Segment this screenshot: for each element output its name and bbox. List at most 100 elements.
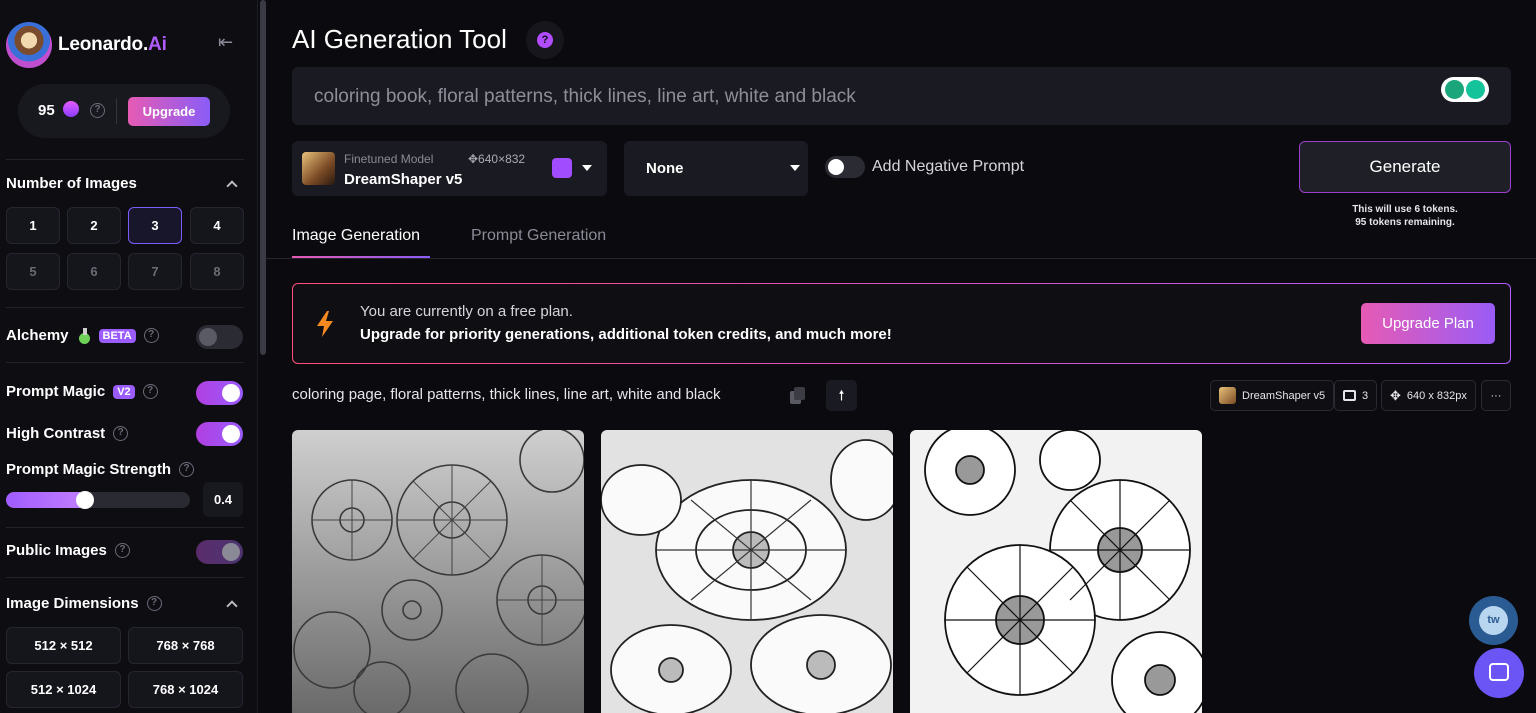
help-icon[interactable]: ?: [142, 384, 158, 399]
prompt-text: coloring book, floral patterns, thick li…: [314, 86, 856, 107]
token-usage-line: This will use 6 tokens.: [1352, 204, 1458, 215]
help-icon[interactable]: ?: [113, 426, 129, 441]
copy-icon[interactable]: [790, 387, 806, 405]
help-icon[interactable]: ?: [143, 328, 159, 343]
divider: [116, 98, 117, 124]
prompt-magic-strength-label: Prompt Magic Strength: [6, 461, 172, 478]
dimension-option[interactable]: 768 × 768: [128, 627, 243, 664]
token-count: 95: [38, 102, 55, 119]
free-plan-banner: You are currently on a free plan. Upgrad…: [292, 283, 1511, 364]
prompt-magic-row: Prompt Magic V2 ?: [6, 383, 158, 400]
collapse-sidebar-icon[interactable]: ⇤: [218, 32, 233, 53]
generate-button[interactable]: Generate: [1299, 141, 1511, 193]
model-chip[interactable]: DreamShaper v5: [1210, 380, 1335, 411]
question-icon: ?: [537, 32, 553, 48]
style-select[interactable]: None: [624, 141, 808, 196]
public-images-row: Public Images ?: [6, 542, 130, 559]
toggle-knob: [199, 328, 217, 346]
toggle-knob: [222, 425, 240, 443]
model-select[interactable]: Finetuned Model ✥640×832 DreamShaper v5: [292, 141, 607, 196]
banner-line-2: Upgrade for priority generations, additi…: [360, 326, 892, 343]
size-chip[interactable]: ✥ 640 x 832px: [1381, 380, 1476, 411]
reuse-prompt-button[interactable]: 🠕: [826, 380, 857, 411]
num-images-option-2[interactable]: 2: [67, 207, 121, 244]
high-contrast-row: High Contrast ?: [6, 425, 129, 442]
help-button[interactable]: ?: [526, 21, 564, 59]
model-caption: Finetuned Model: [344, 152, 434, 166]
move-icon: ✥: [1390, 387, 1401, 403]
prompt-magic-strength-row: Prompt Magic Strength ?: [6, 461, 195, 478]
alchemy-toggle[interactable]: [196, 325, 243, 349]
prompt-magic-strength-value[interactable]: 0.4: [203, 482, 243, 517]
dimension-option[interactable]: 768 × 1024: [128, 671, 243, 708]
brand[interactable]: Leonardo.Ai: [6, 22, 167, 68]
support-chat-button[interactable]: [1474, 648, 1524, 698]
num-images-option-3[interactable]: 3: [128, 207, 182, 244]
upgrade-button[interactable]: Upgrade: [128, 97, 210, 126]
browser-extension-icons[interactable]: [1441, 77, 1489, 102]
chevron-down-icon: [582, 165, 592, 171]
help-icon[interactable]: ?: [90, 103, 105, 118]
divider: [266, 258, 1536, 259]
generated-image-2[interactable]: [601, 430, 893, 713]
chevron-up-icon[interactable]: [226, 180, 238, 192]
public-images-label: Public Images: [6, 542, 107, 559]
model-info-icon[interactable]: [552, 158, 572, 178]
model-name: DreamShaper v5: [344, 171, 463, 188]
extension-icon[interactable]: [1445, 80, 1464, 99]
num-images-option-8[interactable]: 8: [190, 253, 244, 290]
prompt-magic-toggle[interactable]: [196, 381, 243, 405]
image-count-chip[interactable]: 3: [1334, 380, 1378, 411]
divider: [6, 159, 244, 160]
num-images-option-1[interactable]: 1: [6, 207, 60, 244]
divider: [6, 362, 244, 363]
image-dimensions-title: Image Dimensions: [6, 595, 139, 612]
beta-badge: BETA: [98, 328, 136, 343]
toggle-knob: [222, 543, 240, 561]
slider-handle[interactable]: [75, 491, 94, 509]
more-icon: ···: [1490, 389, 1502, 402]
v2-badge: V2: [113, 384, 135, 399]
floral-image: [601, 430, 893, 713]
image-dimensions-row: Image Dimensions ?: [6, 595, 162, 612]
tokens-remaining-line: 95 tokens remaining.: [1355, 217, 1455, 228]
grammarly-icon[interactable]: [1466, 80, 1485, 99]
divider: [6, 527, 244, 528]
tw-extension-badge[interactable]: tw: [1469, 596, 1518, 645]
flask-icon: [77, 327, 91, 344]
public-images-toggle[interactable]: [196, 540, 243, 564]
token-coin-icon: [63, 101, 79, 117]
number-of-images-title: Number of Images: [6, 175, 137, 192]
more-options-button[interactable]: ···: [1481, 380, 1511, 411]
slider-fill: [6, 492, 80, 508]
prompt-magic-strength-slider[interactable]: [6, 492, 190, 508]
help-icon[interactable]: ?: [179, 462, 195, 477]
tab-prompt-generation[interactable]: Prompt Generation: [471, 227, 606, 245]
floral-image: [910, 430, 1202, 713]
dimension-option[interactable]: 512 × 512: [6, 627, 121, 664]
lightning-icon: [317, 311, 333, 337]
generated-image-3[interactable]: [910, 430, 1202, 713]
help-icon[interactable]: ?: [146, 596, 162, 611]
chevron-down-icon: [790, 165, 800, 171]
prompt-input[interactable]: coloring book, floral patterns, thick li…: [292, 67, 1511, 125]
chevron-up-icon[interactable]: [226, 600, 238, 612]
num-images-option-6[interactable]: 6: [67, 253, 121, 290]
high-contrast-toggle[interactable]: [196, 422, 243, 446]
num-images-option-7[interactable]: 7: [128, 253, 182, 290]
chat-icon: [1489, 663, 1509, 681]
high-contrast-label: High Contrast: [6, 425, 106, 442]
num-images-option-4[interactable]: 4: [190, 207, 244, 244]
token-balance-pill: 95 ? Upgrade: [18, 84, 230, 138]
num-images-option-5[interactable]: 5: [6, 253, 60, 290]
tab-image-generation[interactable]: Image Generation: [292, 227, 420, 245]
banner-line-1: You are currently on a free plan.: [360, 303, 573, 320]
image-count-label: 3: [1362, 389, 1369, 402]
help-icon[interactable]: ?: [114, 543, 130, 558]
negative-prompt-toggle[interactable]: [825, 156, 865, 178]
token-usage-note: This will use 6 tokens. 95 tokens remain…: [1299, 203, 1511, 229]
dimension-option[interactable]: 512 × 1024: [6, 671, 121, 708]
negative-prompt-label[interactable]: Add Negative Prompt: [872, 158, 1024, 176]
upgrade-plan-button[interactable]: Upgrade Plan: [1361, 303, 1495, 344]
generated-image-1[interactable]: [292, 430, 584, 713]
